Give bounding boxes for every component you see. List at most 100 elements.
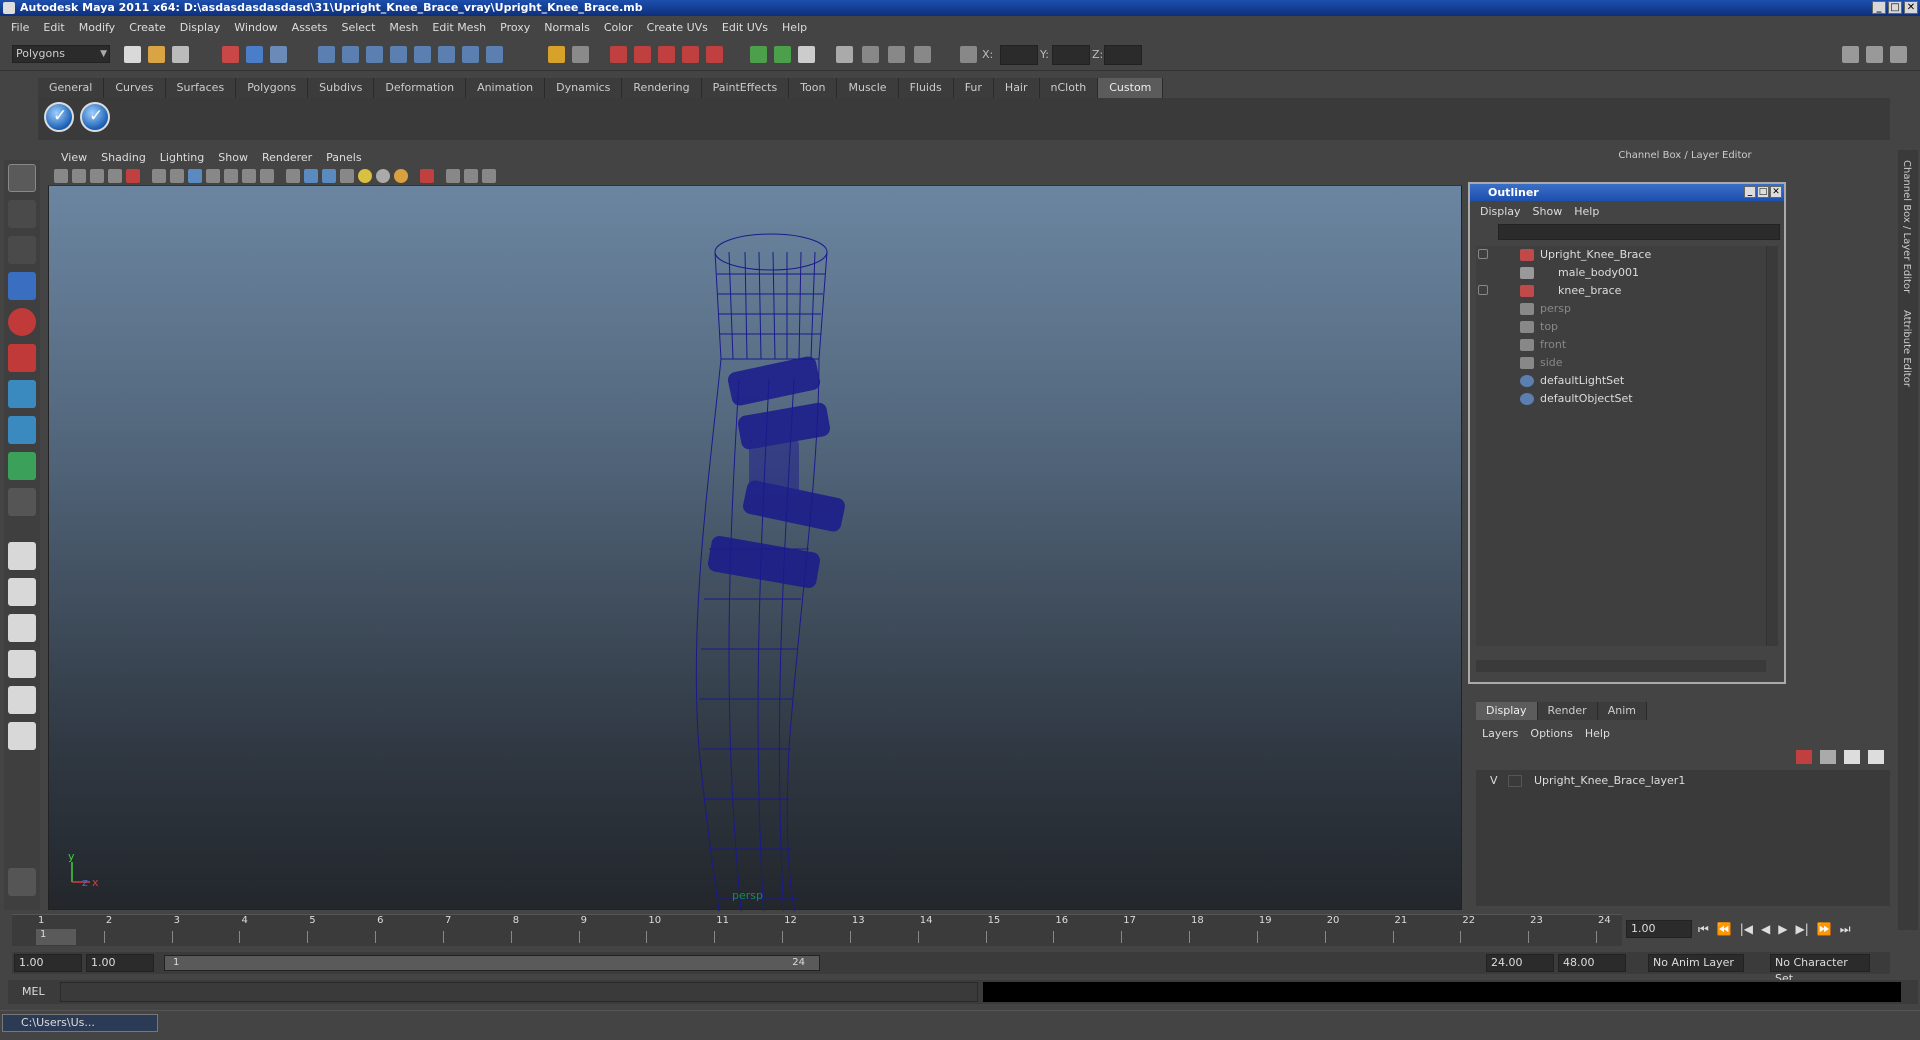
collapse-icon[interactable] <box>1478 249 1488 259</box>
transform-input-icon[interactable] <box>960 46 977 63</box>
current-time-field[interactable]: 1.00 <box>1626 920 1692 938</box>
layout-graph-persp-icon[interactable] <box>8 650 36 678</box>
hotbox-icon[interactable] <box>836 46 853 63</box>
xray-joints-icon[interactable] <box>464 169 478 183</box>
shelf-tab-hair[interactable]: Hair <box>993 78 1040 98</box>
side-tab-channel-box[interactable]: Channel Box / Layer Editor <box>1901 160 1912 293</box>
layer-display-type-toggle[interactable] <box>1508 775 1522 787</box>
vp-menu-lighting[interactable]: Lighting <box>153 151 211 164</box>
step-back-frame-button[interactable]: |◀ <box>1740 922 1753 936</box>
select-component-icon[interactable] <box>270 46 287 63</box>
wireframe-icon[interactable] <box>286 169 300 183</box>
side-tab-attribute-editor[interactable]: Attribute Editor <box>1901 310 1912 387</box>
grid-icon[interactable] <box>152 169 166 183</box>
menu-select[interactable]: Select <box>334 21 382 34</box>
last-tool-icon[interactable] <box>8 488 36 516</box>
image-plane-icon[interactable] <box>108 169 122 183</box>
layer-tab-anim[interactable]: Anim <box>1597 702 1647 720</box>
shelf-tab-rendering[interactable]: Rendering <box>622 78 702 98</box>
x-field[interactable] <box>1000 45 1038 65</box>
layer-menu-options[interactable]: Options <box>1524 727 1578 740</box>
xray-icon[interactable] <box>446 169 460 183</box>
default-light-icon[interactable] <box>358 169 372 183</box>
shelf-tab-surfaces[interactable]: Surfaces <box>165 78 237 98</box>
menu-assets[interactable]: Assets <box>285 21 335 34</box>
outliner-close-button[interactable]: ✕ <box>1770 186 1782 198</box>
layer-visibility-toggle[interactable]: V <box>1490 772 1498 790</box>
close-button[interactable]: ✕ <box>1904 1 1918 14</box>
layout-hypershade-persp-icon[interactable] <box>8 686 36 714</box>
snap-plane-icon[interactable] <box>390 46 407 63</box>
texture-text-icon[interactable] <box>260 169 274 183</box>
show-tool-settings-icon[interactable] <box>798 46 815 63</box>
shelf-tab-ncloth[interactable]: nCloth <box>1039 78 1099 98</box>
shelf-tab-deformation[interactable]: Deformation <box>374 78 467 98</box>
show-attribute-editor-icon[interactable] <box>774 46 791 63</box>
isolate-select-icon[interactable] <box>420 169 434 183</box>
new-layer-selected-icon[interactable] <box>1820 750 1836 764</box>
vp-menu-show[interactable]: Show <box>211 151 255 164</box>
all-lights-icon[interactable] <box>376 169 390 183</box>
menu-help[interactable]: Help <box>775 21 814 34</box>
channel-box-toggle-icon[interactable] <box>1866 46 1883 63</box>
command-input[interactable] <box>60 982 978 1002</box>
outliner-titlebar[interactable]: Outliner _ □ ✕ <box>1470 184 1784 201</box>
step-forward-key-button[interactable]: ⏩ <box>1817 922 1832 936</box>
shelf-tab-custom[interactable]: Custom <box>1098 78 1164 98</box>
snap-point-icon[interactable] <box>366 46 383 63</box>
taskbar-item[interactable]: C:\Users\Us... <box>2 1014 158 1032</box>
shelf-tab-painteffects[interactable]: PaintEffects <box>701 78 790 98</box>
shelf-checkmark-icon[interactable] <box>44 102 74 132</box>
scale-tool-icon[interactable] <box>8 344 36 372</box>
shelf-tab-general[interactable]: General <box>38 78 105 98</box>
mel-label[interactable]: MEL <box>22 985 45 998</box>
menu-display[interactable]: Display <box>173 21 228 34</box>
play-backwards-button[interactable]: ◀ <box>1761 922 1770 936</box>
snap-grid-icon[interactable] <box>318 46 335 63</box>
new-scene-icon[interactable] <box>124 46 141 63</box>
layout-four-pane-icon[interactable] <box>8 578 36 606</box>
outliner-item[interactable]: defaultLightSet <box>1476 372 1766 390</box>
menu-edit-mesh[interactable]: Edit Mesh <box>425 21 493 34</box>
outliner-item[interactable]: male_body001 <box>1476 264 1766 282</box>
z-field[interactable] <box>1104 45 1142 65</box>
time-slider[interactable]: 1 2 3 4 5 6 7 8 9 10 11 12 13 14 15 16 17 18 19 20 21 22 23 24 1 <box>12 914 1622 946</box>
shelf-tab-dynamics[interactable]: Dynamics <box>545 78 623 98</box>
rotate-tool-icon[interactable] <box>8 308 36 336</box>
menu-edit-uvs[interactable]: Edit UVs <box>715 21 775 34</box>
camera-attributes-icon[interactable] <box>72 169 86 183</box>
shelf-tab-fluids[interactable]: Fluids <box>898 78 954 98</box>
render-frame-icon[interactable] <box>610 46 627 63</box>
playback-end-field[interactable]: 24.00 <box>1486 954 1554 972</box>
shelf-tab-polygons[interactable]: Polygons <box>236 78 309 98</box>
hypershade-icon[interactable] <box>682 46 699 63</box>
outliner-item[interactable]: top <box>1476 318 1766 336</box>
render-settings-icon[interactable] <box>658 46 675 63</box>
outliner-menu-show[interactable]: Show <box>1527 205 1569 218</box>
graph-editor-icon[interactable] <box>888 46 905 63</box>
safe-action-icon[interactable] <box>126 169 140 183</box>
film-gate-icon[interactable] <box>170 169 184 183</box>
menu-create-uvs[interactable]: Create UVs <box>640 21 715 34</box>
paint-select-tool-icon[interactable] <box>8 236 36 264</box>
soft-modification-icon[interactable] <box>8 416 36 444</box>
ipr-render-icon[interactable] <box>634 46 651 63</box>
show-manipulator-icon[interactable] <box>8 452 36 480</box>
smooth-shade-icon[interactable] <box>304 169 318 183</box>
snap-help-icon[interactable] <box>486 46 503 63</box>
snap-live-icon[interactable] <box>438 46 455 63</box>
field-chart-icon[interactable] <box>224 169 238 183</box>
script-editor-icon[interactable] <box>8 868 36 896</box>
shelf-tab-animation[interactable]: Animation <box>466 78 546 98</box>
vp-menu-panels[interactable]: Panels <box>319 151 368 164</box>
y-field[interactable] <box>1052 45 1090 65</box>
go-to-end-button[interactable]: ⏭ <box>1840 922 1851 937</box>
select-tool-icon[interactable] <box>8 164 36 192</box>
current-frame-marker[interactable]: 1 <box>36 929 76 945</box>
vp-menu-view[interactable]: View <box>54 151 94 164</box>
select-object-icon[interactable] <box>246 46 263 63</box>
animation-start-field[interactable]: 1.00 <box>14 954 82 972</box>
layer-move-up-icon[interactable] <box>1844 750 1860 764</box>
menu-normals[interactable]: Normals <box>537 21 597 34</box>
shelf-tab-muscle[interactable]: Muscle <box>837 78 899 98</box>
